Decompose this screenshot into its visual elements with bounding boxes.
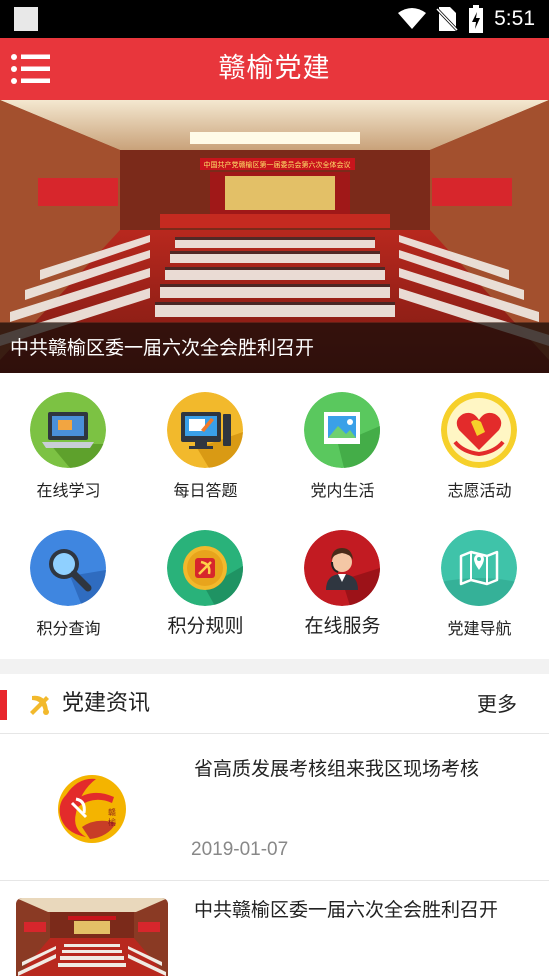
grid-item-label: 每日答题 [173,481,238,500]
grid-item-label: 积分规则 [167,615,244,637]
grid-item-party-navigation[interactable]: 党建导航 [411,511,548,638]
party-emblem-icon [30,695,49,715]
banner-caption-text: 中共赣榆区委一届六次全会胜利召开 [10,337,315,359]
meeting-thumbnail [16,898,168,976]
grid-item-online-learning[interactable]: 在线学习 [0,373,137,500]
news-title: 省高质发展考核组来我区现场考核 [194,758,480,780]
grid-item-label: 党建导航 [447,619,512,638]
banner-carousel[interactable]: 中国共产党赣榆区第一届委员会第六次全体会议 中共赣榆区委一届六次全会胜利召开 [0,100,549,373]
wifi-icon [398,8,427,29]
picture-icon [304,392,380,468]
magnifier-icon [30,530,106,606]
battery-charging-icon [469,5,484,33]
grid-item-label: 积分查询 [36,619,101,638]
volunteer-heart-icon [441,392,517,468]
banner-caption: 中共赣榆区委一届六次全会胜利召开 [0,323,549,373]
map-icon [441,530,517,606]
news-header-title: 党建资讯 [62,691,151,716]
grid-item-volunteer[interactable]: 志愿活动 [411,373,548,500]
grid-item-label: 志愿活动 [447,481,512,500]
grid-item-party-life[interactable]: 党内生活 [274,373,411,500]
status-icons: 5:51 [398,0,535,38]
page-title: 赣榆党建 [218,53,331,84]
feature-grid: 在线学习 每日答题 党内生活 志愿活动 积分查询 积分规则 在线服务 党建导航 [0,373,549,659]
grid-item-points-rules[interactable]: 积分规则 [137,511,274,637]
status-bar: 5:51 [0,0,549,38]
news-item[interactable]: 中共赣榆区委一届六次全会胜利召开 [0,882,549,976]
monitor-icon [167,392,243,468]
grid-item-online-service[interactable]: 在线服务 [274,511,411,637]
no-sim-icon [436,7,459,32]
party-emblem-icon [167,530,243,606]
laptop-icon [30,392,106,468]
news-date: 2019-01-07 [191,839,289,860]
grid-item-label: 在线学习 [36,481,101,500]
grid-item-daily-quiz[interactable]: 每日答题 [137,373,274,500]
more-link[interactable]: 更多 [477,674,517,734]
notification-icon [14,7,38,31]
news-item[interactable]: 赣 榆 省高质发展考核组来我区现场考核 2019-01-07 [0,735,549,881]
svg-text:赣: 赣 [108,807,116,817]
svg-text:榆: 榆 [108,817,116,827]
party-logo-thumbnail: 赣 榆 [16,757,168,857]
section-marker [0,690,7,720]
grid-item-label: 党内生活 [310,481,375,500]
customer-service-icon [304,530,380,606]
grid-item-label: 在线服务 [304,615,381,637]
grid-item-points-query[interactable]: 积分查询 [0,511,137,638]
news-section: 党建资讯 更多 赣 榆 省高质发展考核组来我区现场考核 2019-01-07 中… [0,674,549,976]
hall-banner-text: 中国共产党赣榆区第一届委员会第六次全体会议 [204,160,351,169]
news-header: 党建资讯 更多 [0,674,549,734]
clock: 5:51 [494,7,535,30]
news-title: 中共赣榆区委一届六次全会胜利召开 [194,899,499,921]
app-bar: 赣榆党建 [0,38,549,100]
